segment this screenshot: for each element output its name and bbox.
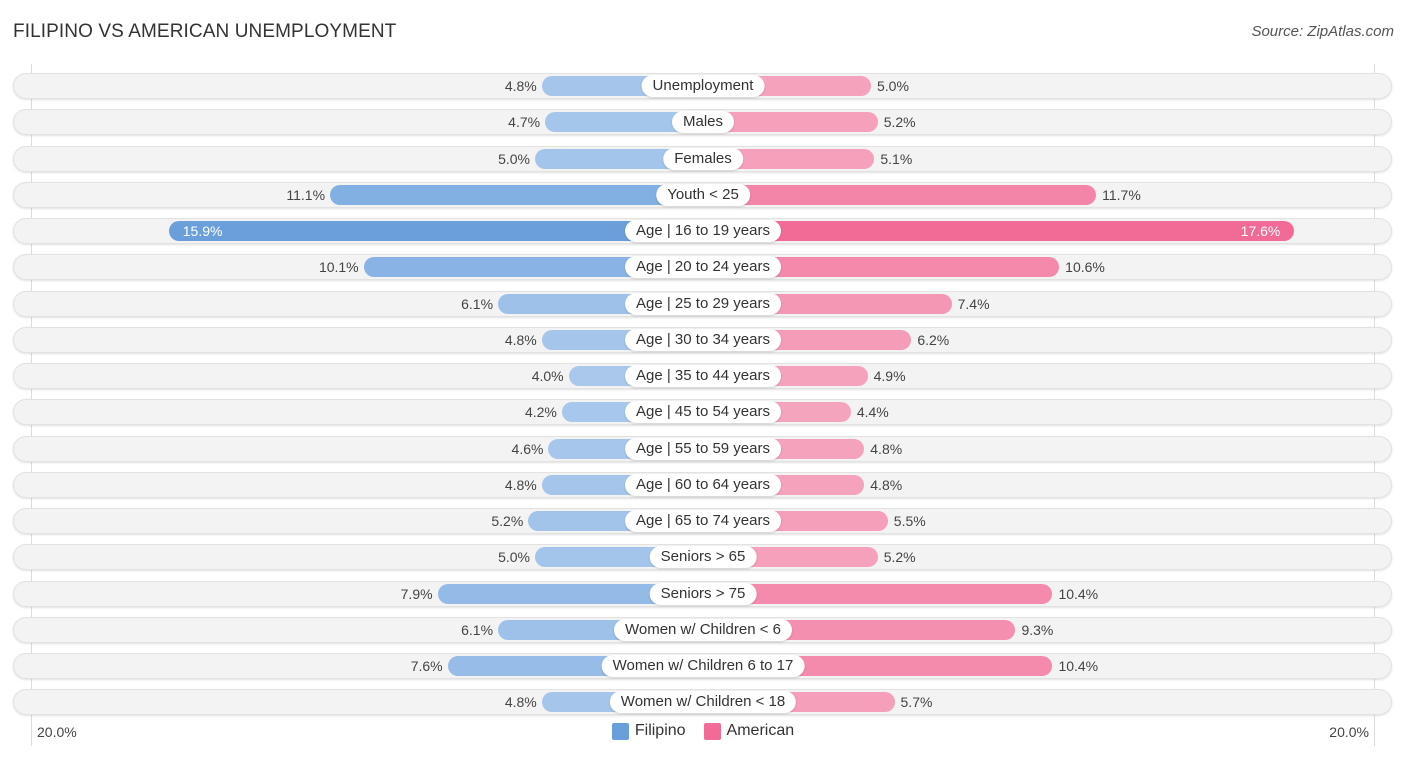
legend-label-filipino: Filipino [634,722,686,739]
legend-item-filipino[interactable]: Filipino [611,722,686,740]
category-label: Age | 45 to 54 years [625,401,781,424]
value-label-american: 4.8% [870,440,903,457]
category-label: Age | 65 to 74 years [625,510,781,532]
value-label-american: 5.7% [900,694,933,711]
value-label-american: 9.3% [1021,621,1054,638]
category-label: Males [671,111,735,134]
value-label-american: 4.8% [870,476,903,493]
category-label: Age | 35 to 44 years [625,365,781,387]
category-label: Age | 25 to 29 years [625,292,781,315]
legend: Filipino American [0,722,1406,740]
value-label-filipino: 4.8% [504,331,537,348]
bar-american[interactable] [703,184,1097,205]
value-label-filipino: 7.9% [400,585,433,602]
value-label-filipino: 4.2% [524,404,557,421]
legend-swatch-american [703,722,721,740]
category-label: Age | 20 to 24 years [625,256,781,279]
value-label-american: 10.4% [1058,585,1099,602]
legend-swatch-filipino [611,722,629,740]
value-label-american: 5.2% [883,549,916,566]
category-label: Women w/ Children 6 to 17 [601,655,805,677]
value-label-american: 7.4% [957,295,990,312]
value-label-filipino: 4.8% [504,694,537,711]
legend-label-american: American [726,722,795,739]
value-label-filipino: 4.6% [511,440,544,457]
value-label-american: 5.1% [880,150,913,167]
category-label: Age | 16 to 19 years [625,220,781,242]
value-label-filipino: 4.7% [508,114,541,131]
bar-american[interactable] [703,221,1295,241]
value-label-american: 6.2% [917,331,950,348]
value-label-filipino: 10.1% [318,259,359,276]
bar-filipino[interactable] [330,184,703,205]
category-label: Age | 55 to 59 years [625,437,781,460]
chart-rows: 4.8% 5.0% Unemployment 4.7% 5.2% Males 5.0% 5.1… [0,0,1406,757]
category-label: Seniors > 75 [649,582,757,605]
value-label-american: 10.4% [1058,658,1099,674]
value-label-american: 17.6% [1240,223,1281,239]
bar-filipino[interactable] [168,221,703,241]
value-label-filipino: 6.1% [461,295,494,312]
category-label: Youth < 25 [656,183,750,206]
value-label-filipino: 5.0% [498,150,530,167]
value-label-filipino: 5.0% [498,549,530,566]
category-label: Age | 60 to 64 years [625,473,781,496]
value-label-filipino: 7.6% [410,658,443,674]
category-label: Women w/ Children < 6 [613,618,793,641]
category-label: Unemployment [641,75,765,97]
value-label-american: 10.6% [1065,259,1105,276]
category-label: Seniors > 65 [649,546,757,569]
value-label-filipino: 5.2% [491,513,524,529]
value-label-american: 5.2% [883,114,916,131]
value-label-filipino: 4.8% [504,476,537,493]
value-label-american: 11.7% [1102,186,1141,203]
value-label-american: 5.5% [893,513,926,529]
value-label-american: 5.0% [877,78,909,94]
value-label-filipino: 15.9% [182,223,223,239]
value-label-filipino: 11.1% [286,186,326,203]
category-label: Women w/ Children < 18 [609,691,797,714]
value-label-american: 4.9% [873,368,906,384]
value-label-american: 4.4% [856,404,889,421]
legend-item-american[interactable]: American [703,722,795,740]
category-label: Age | 30 to 34 years [625,328,781,351]
value-label-filipino: 4.8% [504,78,537,94]
value-label-filipino: 4.0% [531,368,564,384]
value-label-filipino: 6.1% [461,621,494,638]
category-label: Females [663,147,743,170]
